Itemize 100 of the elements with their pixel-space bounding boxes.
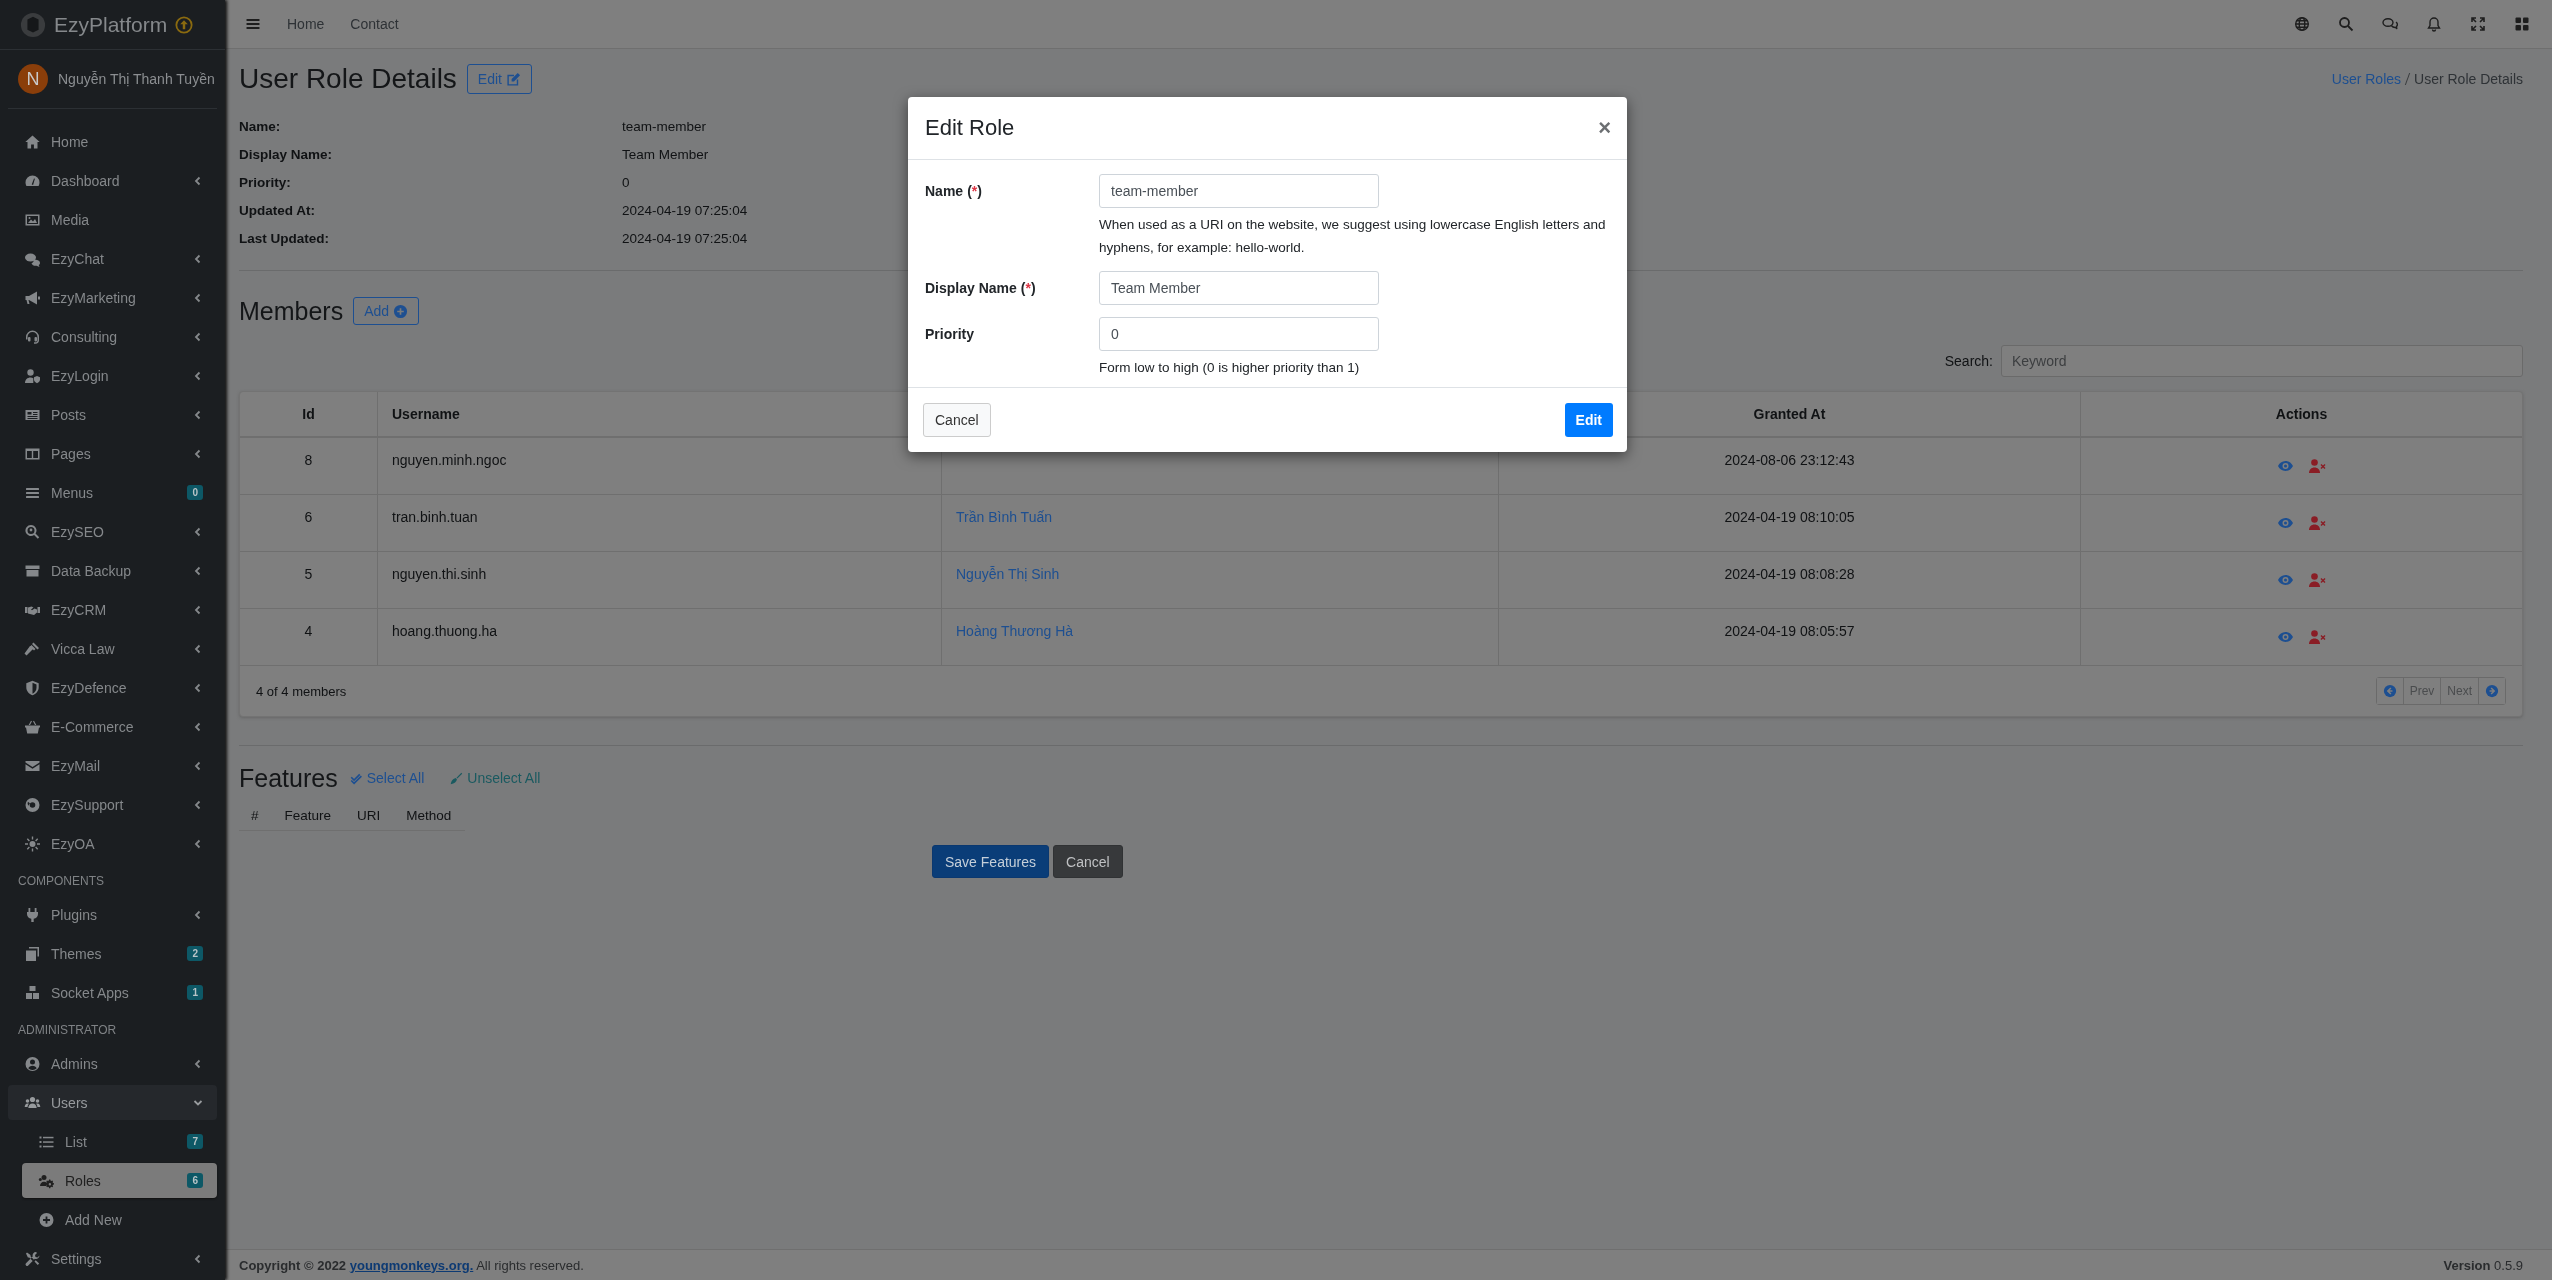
nav-item[interactable]: EzyLogin: [8, 358, 217, 393]
nav-item[interactable]: EzyDefence: [8, 670, 217, 705]
version-text: Version 0.5.9: [2443, 1257, 2523, 1273]
search-icon[interactable]: [2338, 16, 2354, 32]
arrow-left-icon: [2382, 684, 2397, 698]
count-badge: 2: [187, 946, 203, 961]
nav-item[interactable]: Consulting: [8, 319, 217, 354]
view-icon[interactable]: [2276, 515, 2294, 531]
cancel-button[interactable]: Cancel: [923, 403, 991, 437]
nav-subitem[interactable]: Roles 6: [22, 1163, 217, 1198]
view-icon[interactable]: [2276, 629, 2294, 645]
chevron-left-icon: [193, 1253, 203, 1264]
close-button[interactable]: ×: [1598, 115, 1611, 141]
chevron-left-icon: [193, 565, 203, 576]
remove-user-icon[interactable]: [2307, 458, 2327, 474]
detail-label: Name:: [239, 119, 281, 134]
field-label: Name (*): [925, 182, 983, 201]
nav-subitem[interactable]: List 7: [22, 1124, 217, 1159]
help-text: When used as a URI on the website, we suggest using lowercase English letters and hyphens, for example: hello-world.: [1099, 216, 1607, 257]
view-icon[interactable]: [2276, 572, 2294, 588]
menu-icon[interactable]: [245, 16, 261, 32]
tools-icon: [24, 1250, 41, 1267]
input-field[interactable]: 0: [1099, 317, 1379, 351]
plug-icon: [24, 906, 41, 923]
bell-icon[interactable]: [2426, 16, 2442, 32]
detail-value: Team Member: [622, 147, 709, 162]
chevron-left-icon: [193, 292, 203, 303]
page-title: User Role Details: [239, 63, 457, 95]
top-nav-link[interactable]: Contact: [350, 16, 399, 32]
remove-user-icon[interactable]: [2307, 629, 2327, 645]
windows-icon: [24, 945, 41, 962]
nav-item[interactable]: Themes 2: [8, 936, 217, 971]
search-field[interactable]: Keyword: [2001, 345, 2523, 377]
remove-user-icon[interactable]: [2307, 515, 2327, 531]
chevron-left-icon: [193, 409, 203, 420]
nav-item[interactable]: EzyCRM: [8, 592, 217, 627]
chevron-left-icon: [193, 799, 203, 810]
chevron-left-icon: [193, 643, 203, 654]
nav-item[interactable]: EzySEO: [8, 514, 217, 549]
edit-icon: [506, 71, 521, 87]
previous-page-button[interactable]: [2376, 678, 2404, 704]
detail-value: 0: [622, 175, 630, 190]
column-header: Feature: [283, 807, 333, 823]
nav-item[interactable]: Socket Apps 1: [8, 975, 217, 1010]
view-icon[interactable]: [2276, 458, 2294, 474]
fullscreen-icon[interactable]: [2470, 16, 2486, 32]
home-icon: [24, 133, 41, 150]
chevron-left-icon: [193, 370, 203, 381]
nav-item[interactable]: EzyOA: [8, 826, 217, 861]
input-field[interactable]: team-member: [1099, 174, 1379, 208]
table-cell: tran.binh.tuan: [392, 509, 478, 525]
input-field[interactable]: Team Member: [1099, 271, 1379, 305]
grid-icon[interactable]: [2514, 16, 2530, 32]
megaphone-icon: [24, 289, 41, 306]
submit-button[interactable]: Edit: [1564, 403, 1613, 437]
nav-item[interactable]: E-Commerce: [8, 709, 217, 744]
count-badge: 0: [187, 485, 203, 500]
detail-label: Display Name:: [239, 147, 333, 162]
chevron-left-icon: [193, 175, 203, 186]
website-link[interactable]: youngmonkeys.org.: [349, 1257, 474, 1273]
nav-item[interactable]: Home: [8, 124, 217, 159]
nav-subitem[interactable]: Add New: [22, 1202, 217, 1237]
dialog-title: Edit Role: [925, 115, 1015, 141]
users-icon: [24, 1094, 41, 1111]
detail-value: 2024-04-19 07:25:04: [622, 231, 748, 246]
nav-item[interactable]: EzyMarketing: [8, 280, 217, 315]
nav-item[interactable]: Users: [8, 1085, 217, 1120]
nav-item[interactable]: EzyChat: [8, 241, 217, 276]
table-cell: nguyen.minh.ngoc: [392, 452, 507, 468]
chat-bubbles-icon[interactable]: [2382, 16, 2398, 32]
table-cell: 2024-08-06 23:12:43: [1724, 452, 1855, 468]
nav-item[interactable]: Menus 0: [8, 475, 217, 510]
chevron-left-icon: [193, 838, 203, 849]
user-avatar[interactable]: N: [18, 64, 48, 94]
nav-item[interactable]: Vicca Law: [8, 631, 217, 666]
nav-section-header: COMPONENTS: [17, 873, 105, 890]
nav-item[interactable]: Admins: [8, 1046, 217, 1081]
remove-user-icon[interactable]: [2307, 572, 2327, 588]
cancel-button[interactable]: Cancel: [1053, 845, 1123, 878]
nav-item[interactable]: Plugins: [8, 897, 217, 932]
nav-item[interactable]: Posts: [8, 397, 217, 432]
user-name[interactable]: Nguyễn Thị Thanh Tuyền: [58, 71, 215, 87]
field-label: Display Name (*): [925, 279, 1037, 298]
chevron-left-icon: [193, 331, 203, 342]
nav-item[interactable]: Dashboard: [8, 163, 217, 198]
table-cell: 4: [304, 623, 313, 639]
nav-item[interactable]: Pages: [8, 436, 217, 471]
top-nav-link[interactable]: Home: [287, 16, 325, 32]
nav-item[interactable]: Settings: [8, 1241, 217, 1276]
table-cell: 8: [304, 452, 313, 468]
save-features-button[interactable]: Save Features: [932, 845, 1050, 878]
nav-item[interactable]: EzySupport: [8, 787, 217, 822]
chevron-left-icon: [193, 760, 203, 771]
nav-item[interactable]: Media: [8, 202, 217, 237]
globe-icon[interactable]: [2294, 16, 2310, 32]
brand-name[interactable]: EzyPlatform: [54, 12, 168, 37]
nav-item[interactable]: EzyMail: [8, 748, 217, 783]
nav-item[interactable]: Data Backup: [8, 553, 217, 588]
double-check-icon: [349, 771, 363, 785]
table-cell: 2024-04-19 08:05:57: [1724, 623, 1855, 639]
